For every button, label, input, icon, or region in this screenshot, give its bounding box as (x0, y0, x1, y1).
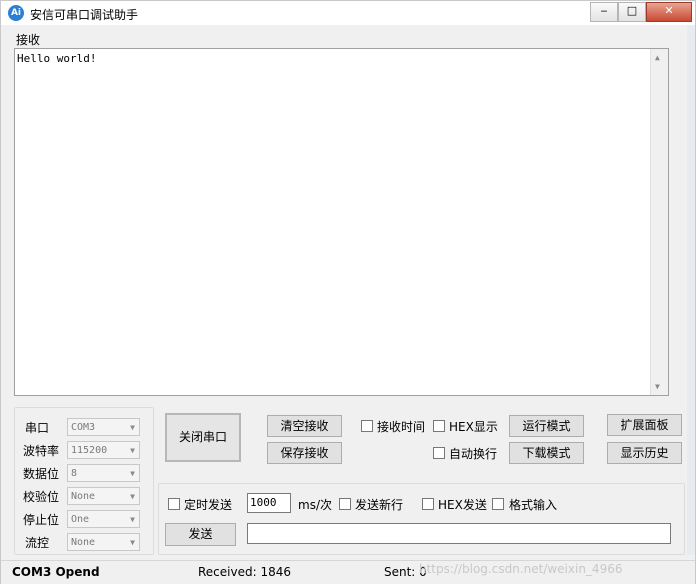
format-input-label: 格式输入 (509, 498, 558, 512)
clear-receive-button[interactable]: 清空接收 (267, 415, 342, 437)
chevron-down-icon: ▼ (130, 469, 135, 478)
title-bar: Ai 安信可串口调试助手 ‒ □ ✕ (1, 1, 695, 25)
port-value: COM3 (71, 422, 96, 433)
flow-select[interactable]: None ▼ (67, 533, 140, 551)
download-mode-button[interactable]: 下载模式 (509, 442, 584, 464)
databits-label: 数据位 (23, 467, 60, 481)
parity-value: None (71, 491, 96, 502)
timed-send-checkbox[interactable] (168, 498, 180, 510)
send-newline-label: 发送新行 (355, 498, 404, 512)
flow-label: 流控 (25, 536, 50, 550)
databits-value: 8 (71, 468, 78, 479)
chevron-down-icon: ▼ (130, 538, 135, 547)
app-window: Ai 安信可串口调试助手 ‒ □ ✕ 接收 Hello world! ▲ ▼ 串… (0, 0, 696, 584)
interval-input[interactable]: 1000 (247, 493, 291, 513)
baud-value: 115200 (71, 445, 108, 456)
receive-content: Hello world! (17, 52, 97, 65)
parity-label: 校验位 (23, 490, 60, 504)
hex-send-label: HEX发送 (438, 498, 487, 512)
scroll-down-icon[interactable]: ▼ (655, 382, 660, 391)
hex-display-label: HEX显示 (449, 420, 498, 434)
chevron-down-icon: ▼ (130, 492, 135, 501)
send-input[interactable] (247, 523, 671, 544)
run-mode-button[interactable]: 运行模式 (509, 415, 584, 437)
vertical-scrollbar[interactable]: ▲ ▼ (650, 49, 668, 395)
stopbits-select[interactable]: One ▼ (67, 510, 140, 528)
auto-newline-label: 自动换行 (449, 447, 498, 461)
receive-time-checkbox[interactable] (361, 420, 373, 432)
databits-select[interactable]: 8 ▼ (67, 464, 140, 482)
chevron-down-icon: ▼ (130, 446, 135, 455)
format-input-checkbox[interactable] (492, 498, 504, 510)
send-newline-checkbox[interactable] (339, 498, 351, 510)
close-button[interactable]: ✕ (646, 2, 692, 22)
minimize-button[interactable]: ‒ (590, 2, 618, 22)
chevron-down-icon: ▼ (130, 423, 135, 432)
port-status: COM3 Opend (12, 565, 100, 579)
chevron-down-icon: ▼ (130, 515, 135, 524)
send-group (158, 483, 685, 555)
receive-textarea[interactable]: Hello world! ▲ ▼ (14, 48, 669, 396)
expand-panel-button[interactable]: 扩展面板 (607, 414, 682, 436)
maximize-button[interactable]: □ (618, 2, 646, 22)
interval-unit-label: ms/次 (298, 498, 332, 512)
parity-select[interactable]: None ▼ (67, 487, 140, 505)
hex-send-checkbox[interactable] (422, 498, 434, 510)
app-logo-icon: Ai (8, 5, 24, 21)
received-count: Received: 1846 (198, 565, 291, 579)
window-edge (687, 25, 695, 555)
send-button[interactable]: 发送 (165, 523, 236, 546)
port-select[interactable]: COM3 ▼ (67, 418, 140, 436)
watermark-text: https://blog.csdn.net/weixin_4966 (419, 562, 623, 576)
port-label: 串口 (25, 421, 50, 435)
stopbits-label: 停止位 (23, 513, 60, 527)
show-history-button[interactable]: 显示历史 (607, 442, 682, 464)
timed-send-label: 定时发送 (184, 498, 233, 512)
save-receive-button[interactable]: 保存接收 (267, 442, 342, 464)
scroll-up-icon[interactable]: ▲ (655, 53, 660, 62)
baud-select[interactable]: 115200 ▼ (67, 441, 140, 459)
receive-time-label: 接收时间 (377, 420, 426, 434)
close-port-button[interactable]: 关闭串口 (165, 413, 241, 462)
flow-value: None (71, 537, 96, 548)
baud-label: 波特率 (23, 444, 60, 458)
window-title: 安信可串口调试助手 (30, 8, 139, 22)
auto-newline-checkbox[interactable] (433, 447, 445, 459)
receive-label: 接收 (16, 33, 41, 47)
stopbits-value: One (71, 514, 90, 525)
hex-display-checkbox[interactable] (433, 420, 445, 432)
